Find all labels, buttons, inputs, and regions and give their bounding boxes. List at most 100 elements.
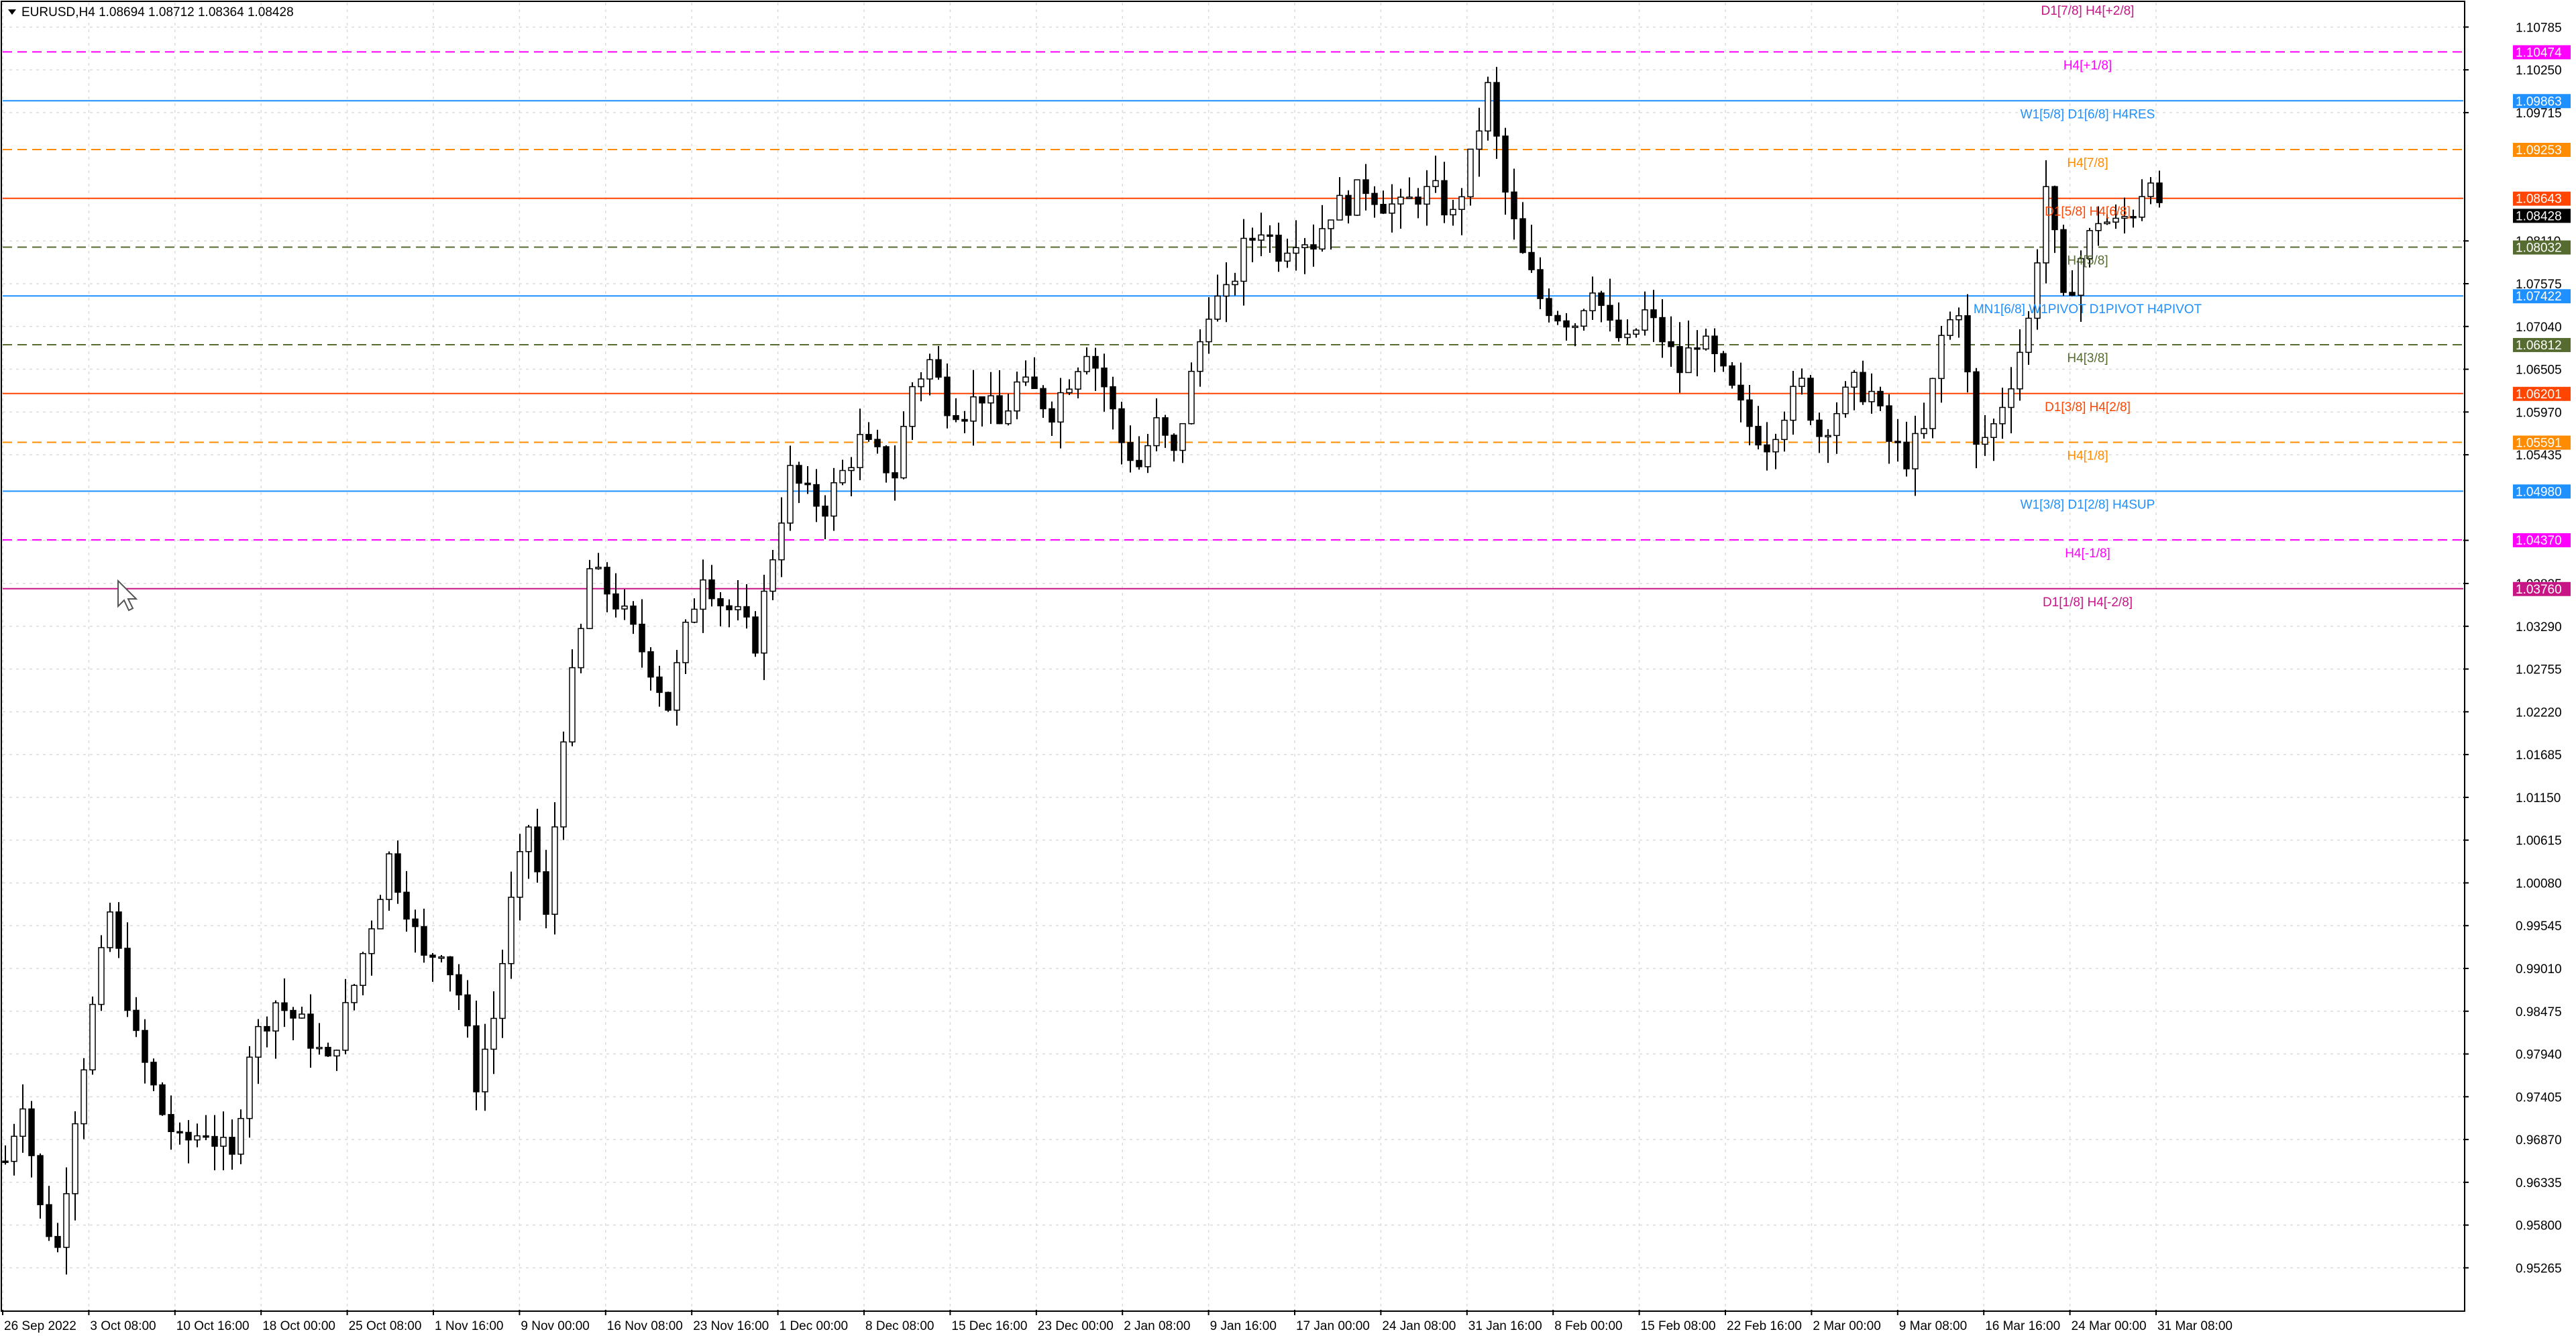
candle-body <box>1275 234 1282 262</box>
candle-body <box>1005 410 1012 425</box>
candle-body <box>822 505 828 517</box>
x-tick-label: 10 Oct 16:00 <box>176 1319 250 1333</box>
candle-body <box>1947 319 1953 336</box>
candle <box>560 731 567 840</box>
candle-body <box>569 667 576 743</box>
y-tick-label: 0.95265 <box>2516 1262 2562 1276</box>
candle-body <box>1877 390 1884 406</box>
y-tick-label: 1.02755 <box>2516 663 2562 677</box>
candle-body <box>639 623 645 653</box>
candle-body <box>1432 180 1439 187</box>
candle-body <box>464 994 471 1027</box>
candle-body <box>752 616 759 654</box>
candle-body <box>1711 335 1718 355</box>
candle-body <box>482 1048 488 1093</box>
candle-body <box>1336 194 1343 221</box>
y-tick-label: 0.95800 <box>2516 1219 2562 1233</box>
candle-body <box>2139 196 2145 218</box>
candle-body <box>839 469 846 484</box>
x-tick-label: 15 Feb 08:00 <box>1641 1319 1716 1333</box>
candle-body <box>525 826 532 852</box>
x-tick-label: 9 Mar 08:00 <box>1899 1319 1967 1333</box>
candle <box>1485 76 1491 141</box>
y-tick-label: 1.06505 <box>2516 364 2562 378</box>
candle-body <box>1328 219 1334 229</box>
candle-body <box>1450 209 1456 216</box>
candle-body <box>674 662 680 711</box>
candle-body <box>159 1084 166 1115</box>
candle-body <box>1685 347 1692 374</box>
candle-body <box>1362 179 1369 194</box>
candle-body <box>246 1056 253 1119</box>
level-label: D1[7/8] H4[+2/8] <box>2041 4 2135 18</box>
x-tick-label: 8 Dec 08:00 <box>865 1319 934 1333</box>
candle-body <box>700 579 706 610</box>
level-label: W1[3/8] D1[2/8] H4SUP <box>2021 498 2155 512</box>
candle-body <box>333 1050 340 1057</box>
y-tick-label: 1.01685 <box>2516 748 2562 763</box>
candle-body <box>1354 179 1360 216</box>
candle-body <box>1014 381 1020 412</box>
candle-body <box>1764 444 1770 453</box>
candle-body <box>1546 298 1552 317</box>
candle-body <box>1485 82 1491 132</box>
candle-body <box>1912 433 1919 469</box>
y-tick-label: 1.02220 <box>2516 706 2562 720</box>
candle-body <box>107 911 113 948</box>
candle-body <box>918 378 924 388</box>
candle-body <box>1990 423 1997 439</box>
candle-body <box>595 567 602 569</box>
candle-body <box>1607 304 1613 321</box>
candle-body <box>1973 371 1980 445</box>
candle-body <box>46 1204 52 1237</box>
candle-body <box>1842 386 1849 414</box>
candle-body <box>979 396 985 404</box>
candle-body <box>1938 335 1945 380</box>
candle-body <box>1293 247 1299 254</box>
candle-body <box>1301 244 1308 248</box>
candle-body <box>377 899 384 930</box>
candle-body <box>229 1137 235 1155</box>
candle <box>752 611 759 657</box>
candle-body <box>1860 372 1866 402</box>
candle-body <box>1737 384 1744 401</box>
candle-body <box>630 605 637 625</box>
candle-body <box>1790 386 1796 421</box>
candle-body <box>900 426 907 479</box>
candle-body <box>621 605 628 610</box>
candle-body <box>63 1193 70 1248</box>
candle-body <box>299 1013 305 1019</box>
candle-body <box>1223 284 1230 297</box>
y-tick-label: 0.99545 <box>2516 919 2562 934</box>
candle-body <box>1075 371 1081 390</box>
x-tick-label: 16 Nov 08:00 <box>607 1319 683 1333</box>
candle-body <box>1127 442 1134 461</box>
candle-body <box>307 1013 314 1049</box>
candle-body <box>2147 182 2154 197</box>
x-tick-label: 23 Nov 16:00 <box>693 1319 769 1333</box>
candle-body <box>211 1135 218 1147</box>
candle-body <box>708 579 715 600</box>
candle-body <box>264 1025 270 1032</box>
price-chart[interactable]: H4[+1/8] W1[5/8] D1[6/8] H4RES H4[7/8] D1[5… <box>0 0 2576 1339</box>
candle-body <box>1676 346 1683 374</box>
chart-window[interactable]: H4[+1/8] W1[5/8] D1[6/8] H4RES H4[7/8] D1[5… <box>0 0 2576 1339</box>
candle-body <box>647 651 654 678</box>
candle-body <box>1816 419 1823 437</box>
level-label: H4[5/8] <box>2067 254 2108 268</box>
candle-body <box>1615 319 1622 339</box>
candle <box>1467 148 1474 206</box>
candle-body <box>1179 423 1186 451</box>
candle-body <box>1441 180 1448 216</box>
candle-body <box>534 826 541 873</box>
x-tick-label: 3 Oct 08:00 <box>90 1319 156 1333</box>
candle-body <box>909 386 916 427</box>
candle-body <box>1197 341 1203 372</box>
candle-body <box>28 1108 35 1156</box>
x-tick-label: 9 Jan 16:00 <box>1210 1319 1277 1333</box>
candle-body <box>281 1002 288 1011</box>
candle-body <box>11 1135 17 1162</box>
current-price-label: 1.08428 <box>2516 209 2562 223</box>
candle-body <box>1424 186 1430 205</box>
candle-body <box>682 622 689 663</box>
